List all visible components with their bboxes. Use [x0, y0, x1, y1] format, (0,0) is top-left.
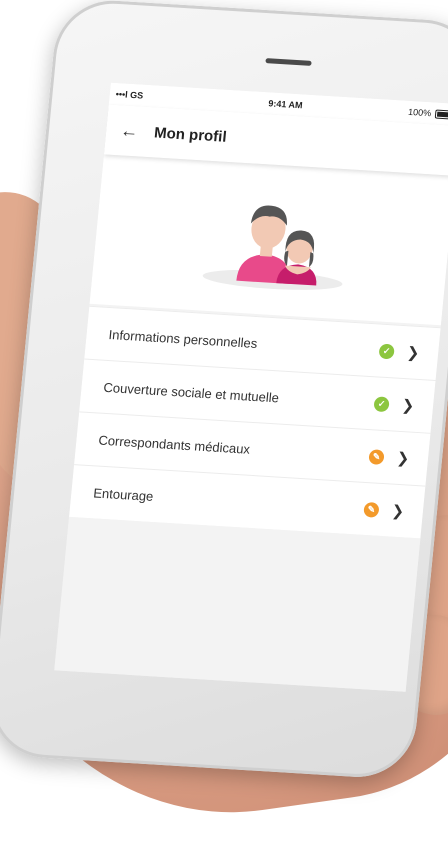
chevron-right-icon: ❯: [400, 397, 416, 415]
back-arrow-icon[interactable]: ←: [119, 120, 145, 142]
menu-item-label: Couverture sociale et mutuelle: [102, 379, 280, 405]
chevron-right-icon: ❯: [395, 449, 411, 468]
menu-item-label: Informations personnelles: [108, 326, 259, 351]
check-icon: ✓: [373, 395, 390, 412]
menu-item-label: Entourage: [92, 484, 155, 504]
battery-percent: 100%: [407, 106, 432, 119]
app-screen: •••l GS 9:41 AM 100% ← Mon profil Inform…: [54, 82, 448, 692]
profile-hero: [89, 154, 448, 326]
chevron-right-icon: ❯: [390, 502, 405, 521]
battery-indicator: 100%: [408, 107, 448, 120]
profile-menu-list: Informations personnelles ✓ ❯ Couverture…: [69, 305, 441, 539]
phone: •••l GS 9:41 AM 100% ← Mon profil Inform…: [0, 0, 448, 781]
pencil-icon: ✎: [368, 448, 385, 465]
check-icon: ✓: [378, 343, 395, 359]
pencil-icon: ✎: [363, 501, 380, 518]
family-avatar-icon: [236, 205, 317, 286]
empty-area: [54, 516, 421, 692]
battery-icon: [434, 109, 448, 120]
chevron-right-icon: ❯: [406, 344, 421, 362]
page-title: Mon profil: [153, 123, 228, 146]
menu-item-label: Correspondants médicaux: [97, 432, 251, 457]
